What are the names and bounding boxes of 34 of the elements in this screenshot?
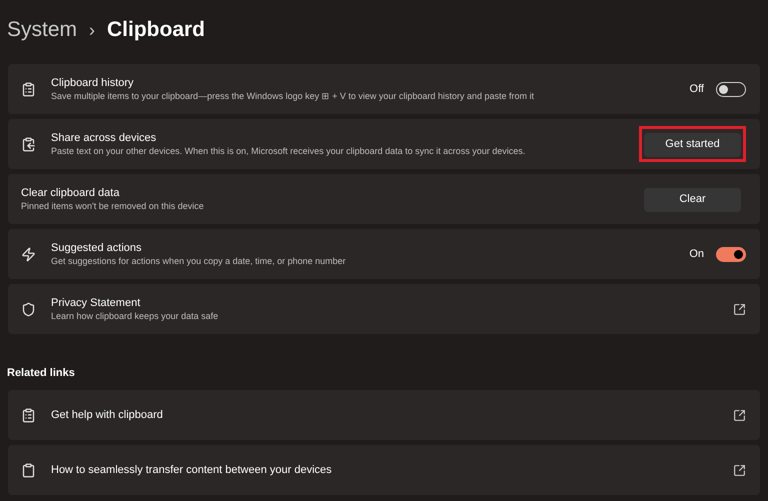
breadcrumb-parent[interactable]: System xyxy=(7,14,78,46)
action-button[interactable]: Get started xyxy=(644,132,741,157)
toggle-switch[interactable] xyxy=(716,82,746,96)
toggle-state-label: Off xyxy=(690,82,704,97)
setting-title: Clipboard history xyxy=(51,76,135,90)
toggle-switch[interactable] xyxy=(716,246,746,262)
toggle-state-label: On xyxy=(689,246,704,262)
setting-title: Privacy Statement xyxy=(51,296,142,310)
lightning-icon xyxy=(21,246,36,262)
link-title: How to seamlessly transfer content between your devices xyxy=(51,462,333,478)
setting-row[interactable]: Privacy Statement Learn how clipboard keeps your data safe xyxy=(8,284,760,334)
related-link-row[interactable]: Get help with clipboard xyxy=(8,390,760,440)
action-button[interactable]: Clear xyxy=(644,188,741,212)
setting-title: Share across devices xyxy=(51,131,158,145)
clipboard-list-icon xyxy=(21,82,36,96)
setting-description: Save multiple items to your clipboard—press the Windows logo key ⊞ + V to view your clipboard history and paste from it xyxy=(51,90,535,102)
shield-icon xyxy=(21,302,36,316)
setting-description: Pinned items won't be removed on this device xyxy=(21,200,205,212)
link-title: Get help with clipboard xyxy=(51,408,164,423)
external-link-icon xyxy=(733,302,746,316)
related-link-row[interactable]: How to seamlessly transfer content between your devices xyxy=(8,445,760,495)
external-link-icon xyxy=(733,408,746,422)
clipboard-share-icon xyxy=(21,136,36,152)
page-title: Clipboard xyxy=(107,17,206,44)
clipboard-list-icon xyxy=(21,408,36,422)
external-link-icon xyxy=(733,464,746,476)
section-heading: Related links xyxy=(7,367,75,379)
setting-description: Learn how clipboard keeps your data safe xyxy=(51,310,220,322)
setting-description: Get suggestions for actions when you copy a date, time, or phone number xyxy=(51,255,347,267)
setting-title: Suggested actions xyxy=(51,241,143,255)
clipboard-icon xyxy=(21,462,36,478)
setting-description: Paste text on your other devices. When this is on, Microsoft receives your clipboard data to sync it across your devices. xyxy=(51,145,526,157)
breadcrumb-separator: › xyxy=(89,18,96,42)
setting-title: Clear clipboard data xyxy=(21,186,120,200)
